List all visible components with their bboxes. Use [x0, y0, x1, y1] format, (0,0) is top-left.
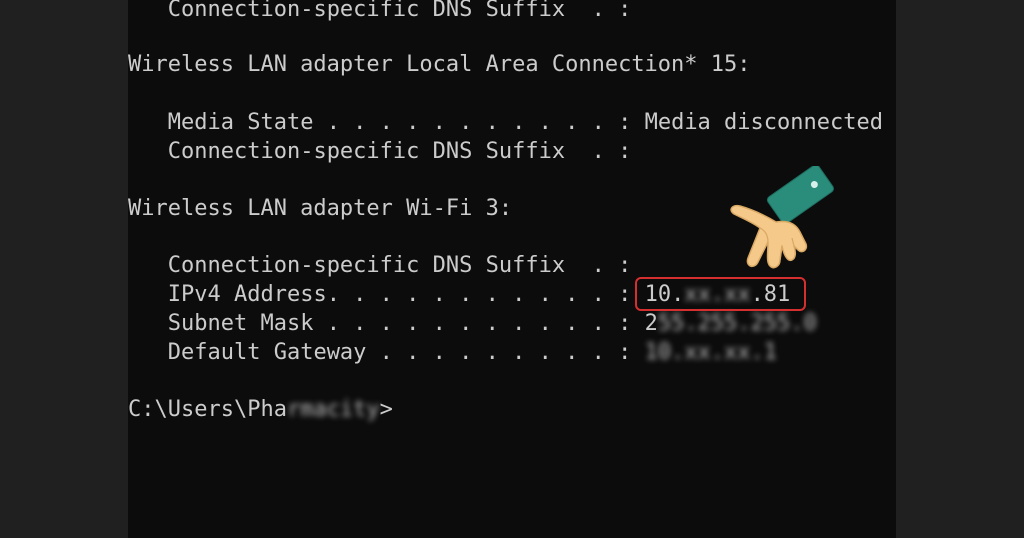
console-line-default-gateway: Default Gateway . . . . . . . . . : 10.x… — [167, 340, 778, 365]
right-margin — [896, 0, 1024, 538]
console-line-dns-suffix-2: Connection-specific DNS Suffix . : — [167, 139, 632, 164]
pointing-hand-icon — [730, 166, 834, 269]
left-margin — [0, 0, 128, 538]
console-line-dns-suffix-1: Connection-specific DNS Suffix . : — [167, 0, 632, 22]
console-line-subnet-mask: Subnet Mask . . . . . . . . . . . : 255.… — [167, 311, 817, 336]
ipv4-highlight-box — [635, 277, 806, 311]
console-line-media-state: Media State . . . . . . . . . . . : Medi… — [167, 110, 883, 135]
console-line-adapter-local-area: Wireless LAN adapter Local Area Connecti… — [128, 52, 751, 77]
prompt-path: C:\Users\Pha — [128, 397, 287, 422]
console-prompt-line[interactable]: C:\Users\Pharmacity> — [128, 397, 393, 423]
subnet-value: 2 — [644, 311, 658, 336]
screenshot-frame: Connection-specific DNS Suffix . : Wirel… — [0, 0, 1024, 538]
prompt-caret: > — [379, 397, 393, 422]
gateway-blurred-part: 10.xx.xx.1 — [644, 340, 778, 365]
subnet-blurred-part: 55.255.255.0 — [657, 311, 817, 336]
console-line-adapter-wifi: Wireless LAN adapter Wi-Fi 3: — [128, 196, 513, 221]
media-state-value: Media disconnected — [644, 110, 883, 135]
console-line-dns-suffix-3: Connection-specific DNS Suffix . : — [167, 253, 632, 278]
prompt-username-blurred: rmacity — [286, 397, 380, 422]
